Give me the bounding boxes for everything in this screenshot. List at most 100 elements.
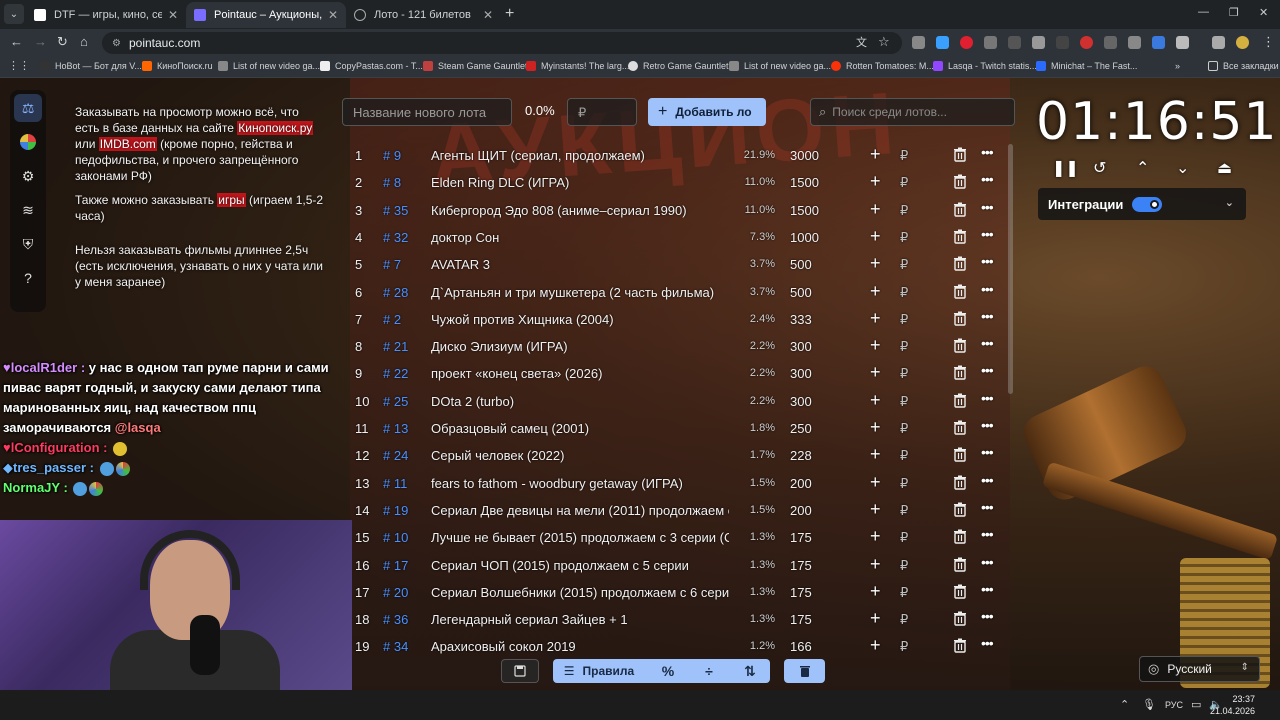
close-icon[interactable]: ✕ [168, 8, 178, 22]
lot-amount[interactable]: 300 [790, 366, 812, 381]
bookmark-item[interactable]: Rotten Tomatoes: M... [831, 61, 934, 71]
all-bookmarks-folder[interactable]: Все закладки [1208, 61, 1279, 71]
lot-name[interactable]: Легендарный сериал Зайцев + 1 [431, 612, 729, 627]
ruble-icon[interactable]: ₽ [900, 558, 908, 574]
back-icon[interactable]: ← [10, 34, 23, 49]
ruble-icon[interactable]: ₽ [900, 503, 908, 519]
lot-amount[interactable]: 300 [790, 394, 812, 409]
more-options-icon[interactable]: ••• [981, 226, 994, 242]
ruble-icon[interactable]: ₽ [900, 639, 908, 654]
ruble-icon[interactable]: ₽ [900, 203, 908, 219]
lot-amount[interactable]: 300 [790, 339, 812, 354]
lot-name[interactable]: Чужой против Хищника (2004) [431, 312, 729, 327]
lot-row[interactable]: 2 # 8 Elden Ring DLC (ИГРА) 11.0% 1500 + ₽ ••• [345, 169, 1005, 196]
wheel-icon[interactable] [14, 128, 42, 156]
reading-list-icon[interactable] [1212, 36, 1225, 49]
lots-scrollbar[interactable] [1008, 144, 1013, 394]
clear-lots-button[interactable] [784, 659, 825, 683]
lot-amount[interactable]: 200 [790, 476, 812, 491]
lot-name[interactable]: fears to fathom - woodbury getaway (ИГРА… [431, 476, 729, 491]
ruble-icon[interactable]: ₽ [900, 285, 908, 301]
tab-pointauc[interactable]: Pointauc – Аукционы, лотереи ✕ [186, 2, 346, 28]
lot-name[interactable]: Кибергород Эдо 808 (аниме–сериал 1990) [431, 203, 729, 218]
new-tab-button[interactable]: + [505, 5, 514, 23]
bookmark-item[interactable]: Minichat – The Fast... [1036, 61, 1137, 71]
extension-icon[interactable] [912, 36, 925, 49]
help-icon[interactable]: ? [14, 264, 42, 292]
lot-amount[interactable]: 1000 [790, 230, 819, 245]
extension-icon[interactable] [1152, 36, 1165, 49]
lot-name[interactable]: Агенты ЩИТ (сериал, продолжаем) [431, 148, 729, 163]
add-amount-icon[interactable]: + [870, 253, 881, 274]
tray-chevron-icon[interactable]: ⌃ [1120, 698, 1129, 711]
lot-amount[interactable]: 500 [790, 285, 812, 300]
lot-row[interactable]: 12 # 24 Серый человек (2022) 1.7% 228 + ₽ ••• [345, 442, 1005, 469]
more-options-icon[interactable]: ••• [981, 472, 994, 488]
delete-lot-icon[interactable] [953, 502, 967, 517]
lot-amount[interactable]: 175 [790, 585, 812, 600]
delete-lot-icon[interactable] [953, 202, 967, 217]
layers-icon[interactable]: ≋ [14, 196, 42, 224]
add-amount-icon[interactable]: + [870, 335, 881, 356]
tab-list-button[interactable]: ⌄ [4, 4, 24, 24]
language-select[interactable]: ◎ Русский ⇕ [1139, 656, 1260, 682]
add-amount-icon[interactable]: + [870, 226, 881, 247]
add-amount-icon[interactable]: + [870, 499, 881, 520]
add-amount-icon[interactable]: + [870, 444, 881, 465]
delete-lot-icon[interactable] [953, 147, 967, 162]
lot-name[interactable]: проект «конец света» (2026) [431, 366, 729, 381]
more-options-icon[interactable]: ••• [981, 499, 994, 515]
lot-name[interactable]: Сериал Волшебники (2015) продолжаем с 6 … [431, 585, 729, 600]
add-amount-icon[interactable]: + [870, 362, 881, 383]
bookmark-item[interactable]: CopyPastas.com - T... [320, 61, 423, 71]
lot-amount[interactable]: 250 [790, 421, 812, 436]
lot-name[interactable]: Д`Артаньян и три мушкетера (2 часть филь… [431, 285, 729, 300]
lot-amount[interactable]: 175 [790, 558, 812, 573]
apps-grid-icon[interactable]: ⋮⋮ [8, 59, 30, 72]
lot-row[interactable]: 8 # 21 Диско Элизиум (ИГРА) 2.2% 300 + ₽ ••• [345, 333, 1005, 360]
lot-row[interactable]: 11 # 13 Образцовый самец (2001) 1.8% 250 + ₽ ••… [345, 415, 1005, 442]
lot-row[interactable]: 5 # 7 AVATAR 3 3.7% 500 + ₽ ••• [345, 251, 1005, 278]
tab-loto[interactable]: Лото - 121 билетов ✕ [346, 2, 501, 28]
bookmark-item[interactable]: HoBot — Бот для V... [40, 61, 142, 71]
ruble-icon[interactable]: ₽ [900, 448, 908, 464]
lot-row[interactable]: 3 # 35 Кибергород Эдо 808 (аниме–сериал 19… [345, 197, 1005, 224]
add-amount-icon[interactable]: + [870, 171, 881, 192]
bookmark-item[interactable]: List of new video ga... [218, 61, 320, 71]
lot-name[interactable]: Elden Ring DLC (ИГРА) [431, 175, 729, 190]
extension-icon[interactable] [1080, 36, 1093, 49]
more-bookmarks-icon[interactable]: » [1175, 61, 1180, 71]
delete-lot-icon[interactable] [953, 338, 967, 353]
delete-lot-icon[interactable] [953, 447, 967, 462]
integrations-panel[interactable]: Интеграции ⌄ [1038, 188, 1246, 220]
input-language[interactable]: РУС [1165, 700, 1183, 710]
more-options-icon[interactable]: ••• [981, 608, 994, 624]
lot-amount[interactable]: 500 [790, 257, 812, 272]
more-options-icon[interactable]: ••• [981, 308, 994, 324]
kinopoisk-link[interactable]: Кинопоиск.ру [237, 121, 314, 135]
more-options-icon[interactable]: ••• [981, 635, 994, 651]
more-options-icon[interactable]: ••• [981, 144, 994, 160]
lot-name[interactable]: Серый человек (2022) [431, 448, 729, 463]
auction-gavel-icon[interactable]: ⚖ [14, 94, 42, 122]
delete-lot-icon[interactable] [953, 311, 967, 326]
lot-name[interactable]: Лучше не бывает (2015) продолжаем с 3 се… [431, 530, 729, 545]
lot-amount[interactable]: 1500 [790, 203, 819, 218]
add-amount-icon[interactable]: + [870, 472, 881, 493]
ruble-icon[interactable]: ₽ [900, 612, 908, 628]
settings-gear-icon[interactable]: ⚙ [14, 162, 42, 190]
more-options-icon[interactable]: ••• [981, 362, 994, 378]
add-amount-icon[interactable]: + [870, 526, 881, 547]
pause-icon[interactable]: ❚❚ [1052, 158, 1079, 178]
percent-toggle-button[interactable]: % [651, 659, 685, 683]
delete-lot-icon[interactable] [953, 393, 967, 408]
home-icon[interactable]: ⌂ [80, 34, 88, 49]
delete-lot-icon[interactable] [953, 584, 967, 599]
extension-icon[interactable] [1032, 36, 1045, 49]
delete-lot-icon[interactable] [953, 174, 967, 189]
delete-lot-icon[interactable] [953, 611, 967, 626]
sort-icon[interactable]: ⇅ [733, 659, 767, 683]
lot-amount[interactable]: 166 [790, 639, 812, 654]
more-options-icon[interactable]: ••• [981, 526, 994, 542]
bookmark-item[interactable]: Lasqa - Twitch statis... [933, 61, 1037, 71]
